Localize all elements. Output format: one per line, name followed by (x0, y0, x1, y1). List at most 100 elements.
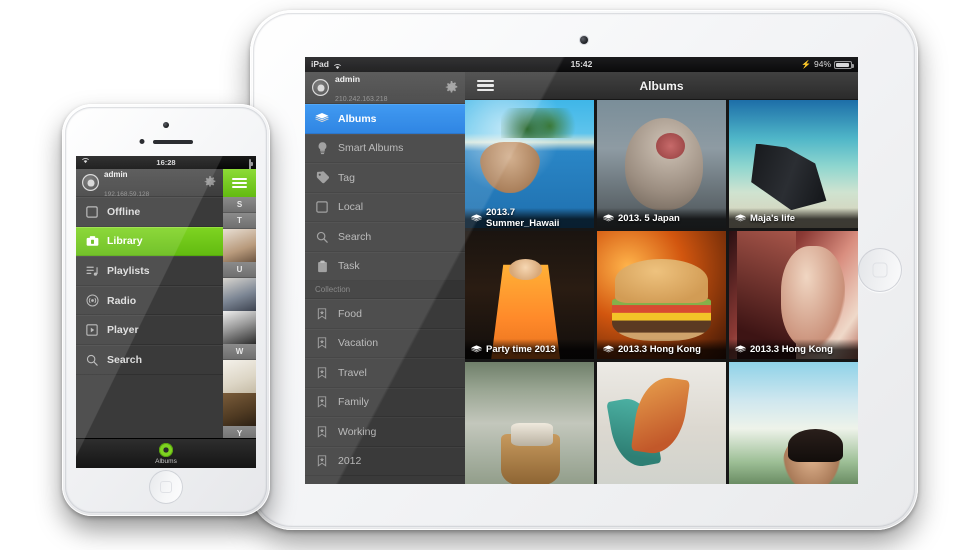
album-label-bar: Party time 2013 (465, 339, 594, 359)
iphone-tab-bar[interactable]: Albums (76, 438, 256, 468)
menu-item-search[interactable]: Search (76, 344, 223, 375)
bookmark-star-icon (315, 395, 329, 409)
bookmark-star-icon (315, 366, 329, 380)
ipad-sidebar: admin 210.242.163.218 Albums Smart Album… (305, 72, 465, 484)
alpha-header: S (223, 197, 256, 213)
tab-label: Albums (155, 457, 177, 465)
album-label-bar: 2013.3 Hong Kong (597, 339, 726, 359)
album-cell[interactable] (597, 362, 726, 484)
iphone-app-body: admin 192.168.59.128 Offline Library Pla… (76, 169, 256, 468)
ipad-menu-list: Albums Smart Albums Tag Local Search Tas… (305, 104, 465, 281)
sidebar-item-tag[interactable]: Tag (305, 163, 465, 193)
hamburger-icon[interactable] (477, 77, 494, 94)
menu-item-offline[interactable]: Offline (76, 197, 223, 227)
album-cell[interactable]: Maja's life (729, 100, 858, 228)
sidebar-item-search[interactable]: Search (305, 222, 465, 252)
album-art-thumb[interactable] (223, 278, 256, 311)
account-text: admin 210.242.163.218 (335, 72, 439, 106)
menu-item-radio[interactable]: Radio (76, 285, 223, 316)
gear-icon[interactable] (204, 176, 217, 189)
albums-stack-icon (735, 344, 746, 354)
ipad-account-row[interactable]: admin 210.242.163.218 (305, 72, 465, 104)
albums-stack-icon (603, 344, 614, 354)
sidebar-item-food[interactable]: Food (305, 299, 465, 329)
sidebar-item-task[interactable]: Task (305, 251, 465, 281)
iphone-screen: 16:28 admin 192.168.59.128 Offline Libra… (76, 156, 256, 468)
sidebar-item-travel[interactable]: Travel (305, 358, 465, 388)
albums-stack-icon (471, 213, 482, 223)
album-cell[interactable]: 2013. 5 Japan (597, 100, 726, 228)
menu-item-library[interactable]: Library (76, 226, 223, 257)
album-art-thumb[interactable] (223, 311, 256, 344)
iphone-account-row[interactable]: admin 192.168.59.128 (76, 169, 223, 198)
ipad-status-bar: iPad 15:42 ⚡ 94% (305, 57, 858, 72)
sidebar-item-working[interactable]: Working (305, 417, 465, 447)
sidebar-item-label: Family (338, 396, 369, 409)
sidebar-item-label: Smart Albums (338, 142, 404, 155)
ipad-titlebar: Albums (465, 72, 858, 100)
sidebar-item-label: Tag (338, 171, 355, 184)
menu-item-player[interactable]: Player (76, 315, 223, 345)
page-title: Albums (639, 78, 684, 93)
lightbulb-icon (315, 141, 329, 155)
album-title: 2013.7 Summer_Hawaii (486, 207, 560, 228)
sidebar-item-label: Vacation (338, 337, 379, 350)
iphone-menu-list: Offline Library Playlists Radio Player S… (76, 197, 223, 375)
album-cell[interactable]: 2013.7 Summer_Hawaii (465, 100, 594, 228)
sidebar-item-vacation[interactable]: Vacation (305, 328, 465, 358)
album-cell[interactable] (729, 362, 858, 484)
sidebar-item-label: Albums (338, 112, 377, 125)
sidebar-item-local[interactable]: Local (305, 192, 465, 222)
square-icon (85, 205, 99, 219)
alpha-header: T (223, 213, 256, 229)
hamburger-icon[interactable] (223, 169, 256, 197)
account-ip: 210.242.163.218 (335, 95, 388, 103)
ipad-home-button[interactable] (858, 248, 902, 292)
sidebar-item-label: Food (338, 307, 362, 320)
album-title: 2013.3 Hong Kong (618, 343, 701, 355)
gear-icon[interactable] (445, 81, 458, 94)
square-icon (315, 200, 329, 214)
album-thumbnail (597, 362, 726, 484)
album-art-thumb[interactable] (223, 229, 256, 262)
menu-item-label: Library (107, 235, 143, 248)
clipboard-icon (315, 259, 329, 273)
account-name: admin (335, 74, 361, 85)
menu-item-label: Offline (107, 205, 141, 218)
alpha-header: U (223, 262, 256, 278)
album-label-bar: Maja's life (729, 208, 858, 228)
user-avatar-icon (312, 79, 329, 96)
sidebar-item-2012[interactable]: 2012 (305, 446, 465, 476)
iphone-menu-pane: admin 192.168.59.128 Offline Library Pla… (76, 169, 223, 468)
playlist-icon (85, 264, 99, 278)
ipad-battery-percent: 94% (813, 59, 831, 69)
albums-stack-icon (735, 213, 746, 223)
album-title: Maja's life (750, 212, 796, 224)
ipad-screen: iPad 15:42 ⚡ 94% admin 210.242.163.218 A… (305, 57, 858, 484)
ipad-collection-list: Food Vacation Travel Family Working 2012 (305, 299, 465, 476)
album-cell[interactable]: 2013.3 Hong Kong (597, 231, 726, 359)
ipad-camera-icon (580, 36, 588, 44)
sidebar-item-smart-albums[interactable]: Smart Albums (305, 133, 465, 163)
album-art-thumb[interactable] (223, 360, 256, 393)
albums-stack-icon (471, 344, 482, 354)
iphone-device: 16:28 admin 192.168.59.128 Offline Libra… (62, 104, 270, 516)
iphone-home-button[interactable] (149, 470, 183, 504)
menu-item-playlists[interactable]: Playlists (76, 256, 223, 286)
battery-icon (834, 60, 854, 69)
sidebar-item-family[interactable]: Family (305, 387, 465, 417)
sidebar-item-label: Working (338, 425, 377, 438)
bookmark-star-icon (315, 336, 329, 350)
iphone-speaker-icon (153, 140, 193, 144)
sidebar-item-label: Travel (338, 366, 367, 379)
alpha-header: W (223, 344, 256, 360)
ipad-device: iPad 15:42 ⚡ 94% admin 210.242.163.218 A… (250, 10, 918, 530)
album-art-thumb[interactable] (223, 393, 256, 426)
green-disc-icon (159, 442, 173, 457)
sidebar-item-albums[interactable]: Albums (305, 104, 465, 134)
albums-stack-icon (603, 213, 614, 223)
album-cell[interactable]: 2013.3 Hong Kong (729, 231, 858, 359)
ipad-content-pane: Albums 2013.7 Summer_Hawaii 2013. 5 Japa… (465, 72, 858, 484)
album-cell[interactable] (465, 362, 594, 484)
album-cell[interactable]: Party time 2013 (465, 231, 594, 359)
